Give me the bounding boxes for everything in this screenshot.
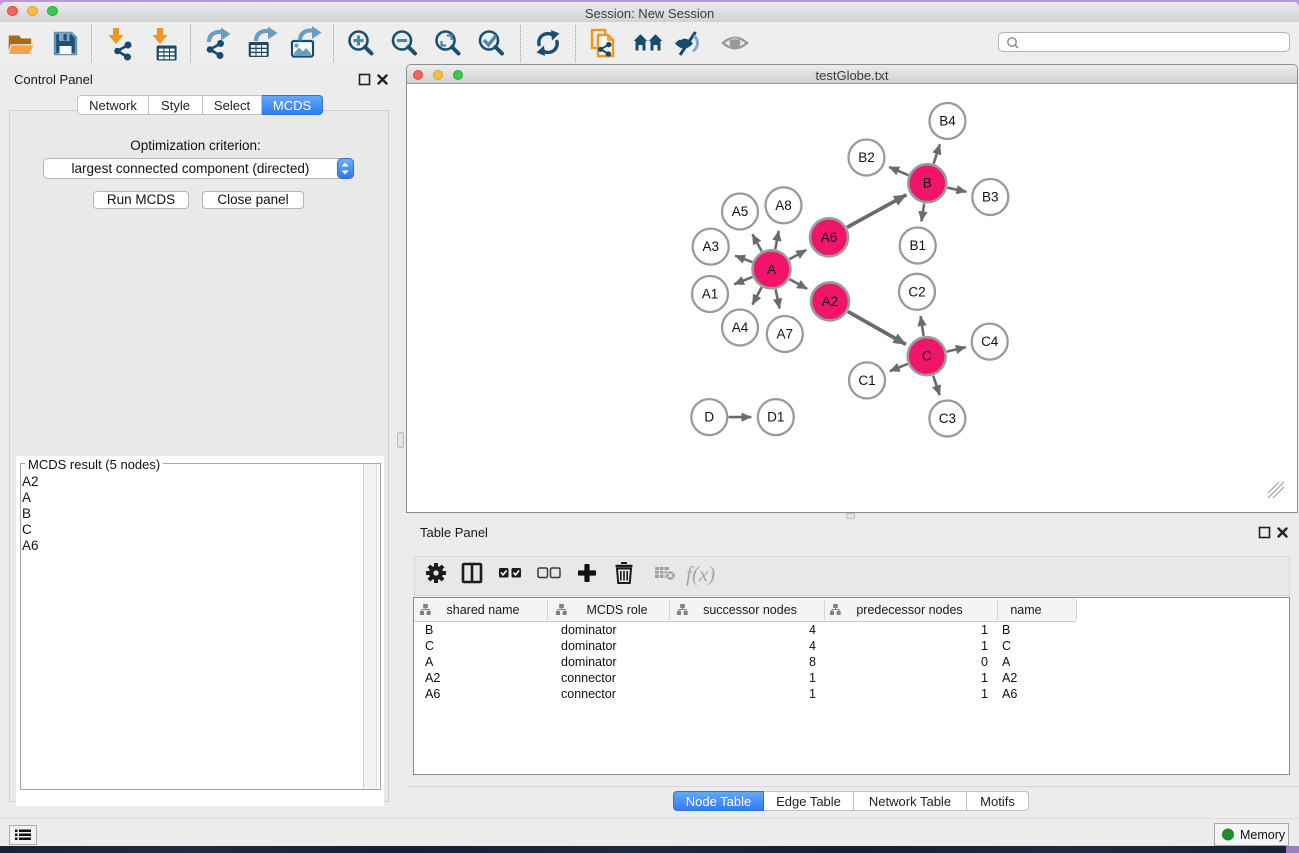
svg-text:A2: A2 — [822, 294, 839, 309]
svg-text:A6: A6 — [821, 230, 838, 245]
svg-text:A7: A7 — [777, 327, 794, 342]
svg-text:B: B — [923, 176, 932, 191]
svg-text:C3: C3 — [939, 411, 956, 426]
svg-text:A3: A3 — [702, 239, 719, 254]
svg-text:D1: D1 — [767, 410, 784, 425]
svg-text:A5: A5 — [732, 204, 749, 219]
svg-text:B3: B3 — [982, 190, 999, 205]
svg-text:B4: B4 — [939, 114, 956, 129]
svg-text:D: D — [704, 410, 714, 425]
svg-text:B2: B2 — [858, 150, 875, 165]
svg-text:A4: A4 — [732, 320, 749, 335]
svg-text:B1: B1 — [909, 238, 926, 253]
svg-text:C: C — [922, 349, 932, 364]
svg-text:C1: C1 — [858, 373, 875, 388]
svg-text:C2: C2 — [908, 284, 925, 299]
svg-text:A1: A1 — [702, 287, 719, 302]
svg-text:A8: A8 — [775, 198, 792, 213]
svg-text:f(x): f(x) — [686, 562, 715, 586]
svg-text:C4: C4 — [981, 334, 999, 349]
svg-text:A: A — [767, 262, 776, 277]
